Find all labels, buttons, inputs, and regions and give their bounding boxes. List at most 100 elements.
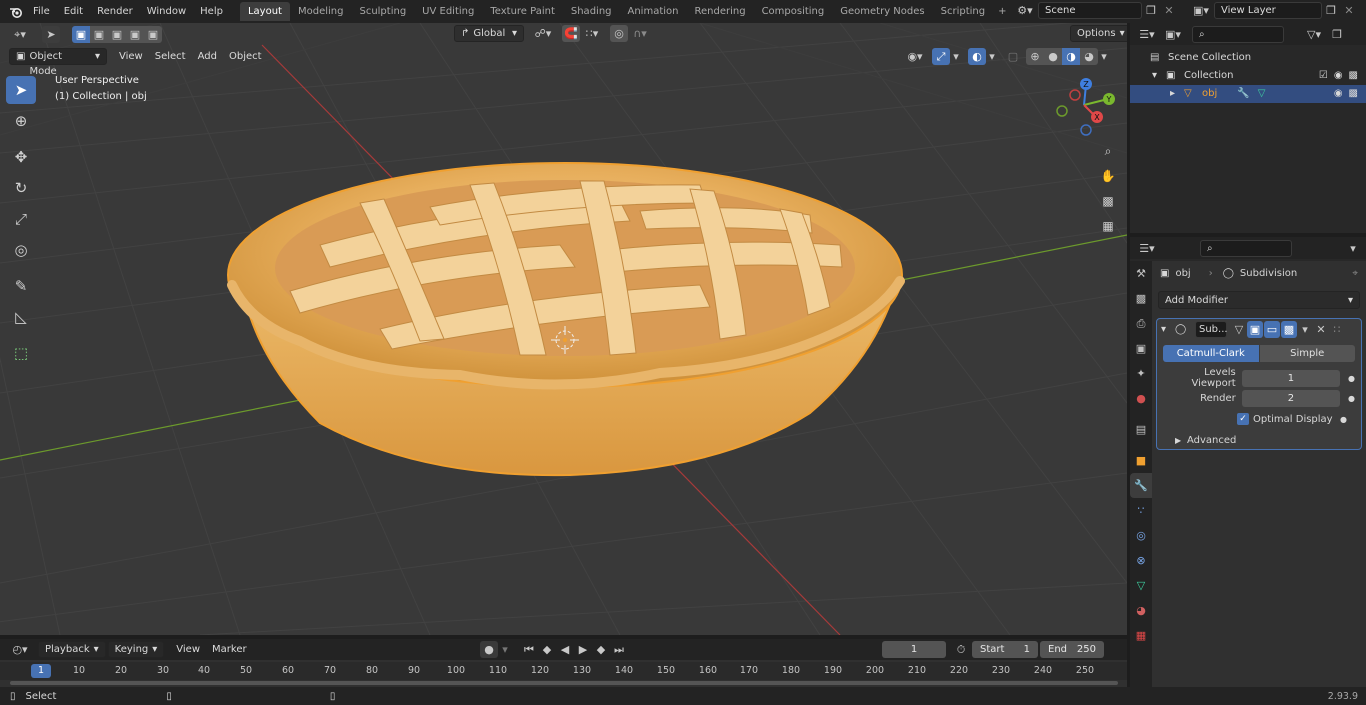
timeline-scrollbar[interactable] (10, 681, 1118, 685)
close-scene-icon[interactable]: ✕ (1160, 2, 1178, 19)
mode-subtract-icon[interactable]: ▣ (108, 26, 126, 43)
pie-object[interactable] (227, 162, 905, 477)
outliner-collection[interactable]: ▾ ▣ Collection ☑ ◉ ▩ (1130, 67, 1366, 85)
tab-modeling[interactable]: Modeling (290, 2, 352, 21)
record-icon[interactable]: ● (480, 641, 498, 658)
copy-scene-icon[interactable]: ❐ (1142, 2, 1160, 19)
modifier-menu-icon[interactable]: ▾ (1297, 321, 1313, 338)
simple-button[interactable]: Simple (1259, 345, 1355, 362)
pin-icon[interactable]: ⌖ (1352, 268, 1358, 279)
tab-modifiers[interactable]: 🔧 (1130, 473, 1152, 498)
navigation-gizmo[interactable]: Z Y X (1052, 75, 1122, 141)
scene-icon[interactable]: ⚙▾ (1012, 2, 1038, 19)
tab-collection[interactable]: ▤ (1130, 417, 1152, 442)
viewport-menu-view[interactable]: View (113, 51, 149, 62)
shading-dropdown-icon[interactable]: ▾ (1098, 48, 1110, 65)
current-frame-indicator[interactable]: 1 (31, 664, 51, 678)
timeline-editor-icon[interactable]: ◴▾ (6, 641, 34, 658)
overlay-dropdown-icon[interactable]: ▾ (986, 48, 998, 65)
jump-end-icon[interactable]: ⏭ (610, 641, 628, 658)
playback-dropdown[interactable]: Playback ▾ (38, 641, 106, 658)
tab-compositing[interactable]: Compositing (754, 2, 833, 21)
keyframe-dropdown-icon[interactable]: ▾ (498, 641, 512, 658)
editor-type-icon[interactable]: ⌖▾ (6, 26, 34, 43)
timeline-menu-marker[interactable]: Marker (206, 644, 253, 655)
keyframe-dot-icon[interactable]: ● (1340, 415, 1347, 424)
gizmo-toggle-icon[interactable]: ⤢ (932, 48, 950, 65)
prev-keyframe-icon[interactable]: ◆ (538, 641, 556, 658)
collapse-arrow-icon[interactable]: ▾ (1161, 324, 1175, 335)
next-keyframe-icon[interactable]: ◆ (592, 641, 610, 658)
shading-material-icon[interactable]: ◑ (1062, 48, 1080, 65)
tab-layout[interactable]: Layout (239, 2, 290, 21)
pan-hand-icon[interactable]: ✋ (1097, 165, 1119, 187)
tool-move[interactable]: ✥ (6, 143, 36, 171)
tab-texture[interactable]: ▦ (1130, 623, 1152, 648)
render-levels-field[interactable]: 2 (1241, 390, 1341, 407)
tool-measure[interactable]: ◺ (6, 303, 36, 331)
eye-icon[interactable]: ◉ (1334, 85, 1343, 103)
expand-arrow-icon[interactable]: ▾ (1152, 67, 1166, 85)
tool-scale[interactable]: ⤢ (6, 205, 36, 233)
view-layer-icon[interactable]: ▣▾ (1188, 2, 1214, 19)
tab-geometry-nodes[interactable]: Geometry Nodes (832, 2, 932, 21)
zoom-icon[interactable]: ⌕ (1097, 140, 1119, 162)
menu-help[interactable]: Help (193, 0, 230, 23)
menu-render[interactable]: Render (90, 0, 140, 23)
optimal-display-checkbox[interactable]: ✓ (1237, 413, 1249, 425)
end-frame-field[interactable]: End 250 (1040, 641, 1104, 658)
viewport-toggle-icon[interactable]: ▭ (1264, 320, 1280, 338)
mode-new-icon[interactable]: ▣ (72, 26, 90, 43)
tool-annotate[interactable]: ✎ (6, 272, 36, 300)
tab-world[interactable]: ● (1130, 386, 1152, 411)
tab-material[interactable]: ◕ (1130, 598, 1152, 623)
tab-render[interactable]: ▩ (1130, 286, 1152, 311)
render-toggle-icon[interactable]: ▩ (1281, 320, 1297, 338)
gizmo-dropdown-icon[interactable]: ▾ (950, 48, 962, 65)
mode-difference-icon[interactable]: ▣ (126, 26, 144, 43)
tab-animation[interactable]: Animation (620, 2, 687, 21)
tab-scene[interactable]: ✦ (1130, 361, 1152, 386)
outliner-search-input[interactable]: ⌕ (1192, 25, 1284, 43)
expand-arrow-icon[interactable]: ▸ (1170, 85, 1184, 103)
drag-handle-icon[interactable]: ∷ (1329, 321, 1345, 338)
menu-edit[interactable]: Edit (57, 0, 90, 23)
modifier-name-field[interactable]: Sub... (1195, 320, 1228, 338)
display-mode-icon[interactable]: ▣▾ (1160, 26, 1186, 43)
viewport-scene[interactable] (0, 23, 1127, 635)
tab-sculpting[interactable]: Sculpting (351, 2, 414, 21)
tab-uv-editing[interactable]: UV Editing (414, 2, 482, 21)
properties-options-icon[interactable]: ▾ (1344, 240, 1362, 257)
play-icon[interactable]: ▶ (574, 641, 592, 658)
tab-shading[interactable]: Shading (563, 2, 620, 21)
xray-toggle-icon[interactable]: ▢ (1004, 48, 1022, 65)
advanced-subpanel[interactable]: ▶ Advanced (1175, 435, 1355, 446)
pivot-point-icon[interactable]: ☍▾ (530, 25, 556, 42)
shading-solid-icon[interactable]: ● (1044, 48, 1062, 65)
catmull-clark-button[interactable]: Catmull-Clark (1163, 345, 1259, 362)
copy-view-layer-icon[interactable]: ❐ (1322, 2, 1340, 19)
tab-scripting[interactable]: Scripting (933, 2, 993, 21)
scene-name-field[interactable]: Scene (1038, 2, 1142, 19)
play-reverse-icon[interactable]: ◀ (556, 641, 574, 658)
tab-object[interactable]: ■ (1130, 448, 1152, 473)
snap-target-icon[interactable]: ∷▾ (580, 25, 604, 42)
menu-window[interactable]: Window (140, 0, 193, 23)
tool-select-box[interactable]: ➤ (6, 76, 36, 104)
cage-toggle-icon[interactable]: ▣ (1247, 320, 1263, 338)
levels-viewport-field[interactable]: 1 (1241, 369, 1341, 387)
3d-viewport[interactable]: ⌖▾ ➤ ▣ ▣ ▣ ▣ ▣ ↱ Global ▾ ☍▾ 🧲 ∷▾ ◎ ∩▾ O… (0, 23, 1127, 635)
tab-constraints[interactable]: ⊗ (1130, 548, 1152, 573)
eye-icon[interactable]: ◉ (1334, 67, 1343, 85)
visibility-icon[interactable]: ◉▾ (902, 48, 928, 65)
viewport-menu-select[interactable]: Select (149, 51, 192, 62)
falloff-icon[interactable]: ∩▾ (628, 25, 652, 42)
render-camera-icon[interactable]: ▩ (1349, 67, 1358, 85)
perspective-grid-icon[interactable]: ▦ (1097, 215, 1119, 237)
properties-search-input[interactable]: ⌕ (1200, 239, 1292, 257)
outliner-scene-collection[interactable]: ▤ Scene Collection (1130, 49, 1366, 67)
keying-dropdown[interactable]: Keying ▾ (107, 641, 165, 658)
shading-rendered-icon[interactable]: ◕ (1080, 48, 1098, 65)
options-dropdown[interactable]: Options ▾ (1070, 25, 1127, 42)
tab-tool[interactable]: ⚒ (1130, 261, 1152, 286)
